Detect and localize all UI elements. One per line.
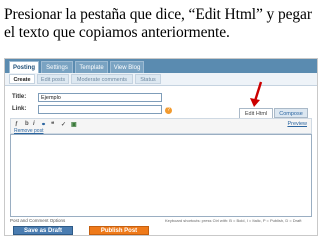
subtab-status[interactable]: Status — [135, 74, 161, 84]
subtab-moderate-comments[interactable]: Moderate comments — [71, 74, 133, 84]
edit-html-tab[interactable]: Edit Html — [239, 108, 273, 118]
keyboard-shortcuts-text: Keyboard shortcuts: press Ctrl with: B =… — [165, 218, 302, 223]
red-arrow-icon — [250, 81, 263, 107]
link-label: Link: — [12, 106, 27, 112]
preview-link[interactable]: Preview — [287, 121, 307, 127]
spellcheck-icon[interactable]: ✓ — [61, 121, 66, 128]
title-label: Title: — [12, 94, 27, 100]
main-tab-bar: Posting Settings Template View Blog — [5, 59, 317, 73]
title-input[interactable]: Ejemplo — [38, 93, 162, 102]
link-icon[interactable]: ⚭ — [41, 121, 46, 128]
blogger-editor-screenshot: Posting Settings Template View Blog Crea… — [4, 58, 318, 236]
editor-toolbar: ƒ b i ⚭ ❝ ✓ ▣ Remove post Preview — [10, 118, 312, 134]
instruction-caption: Presionar la pestaña que dice, “Edit Htm… — [4, 6, 312, 41]
subtab-create[interactable]: Create — [9, 74, 35, 84]
bold-icon[interactable]: b — [25, 121, 29, 127]
font-icon[interactable]: ƒ — [15, 121, 18, 127]
save-draft-button[interactable]: Save as Draft — [13, 226, 73, 235]
link-input[interactable] — [38, 105, 162, 114]
image-icon[interactable]: ▣ — [71, 121, 77, 128]
post-body-textarea[interactable] — [10, 134, 312, 217]
subtab-edit-posts[interactable]: Edit posts — [37, 74, 69, 84]
tab-settings[interactable]: Settings — [41, 61, 73, 73]
help-icon[interactable]: ? — [165, 107, 172, 114]
tab-view-blog[interactable]: View Blog — [110, 61, 144, 73]
quote-icon[interactable]: ❝ — [51, 121, 54, 128]
compose-tab[interactable]: Compose — [274, 108, 308, 118]
post-options-link[interactable]: Post and Comment Options — [10, 218, 65, 223]
posting-subtab-bar: Create Edit posts Moderate comments Stat… — [5, 73, 317, 86]
publish-post-button[interactable]: Publish Post — [89, 226, 149, 235]
tab-template[interactable]: Template — [75, 61, 108, 73]
tab-posting[interactable]: Posting — [9, 61, 39, 73]
italic-icon[interactable]: i — [33, 121, 35, 127]
